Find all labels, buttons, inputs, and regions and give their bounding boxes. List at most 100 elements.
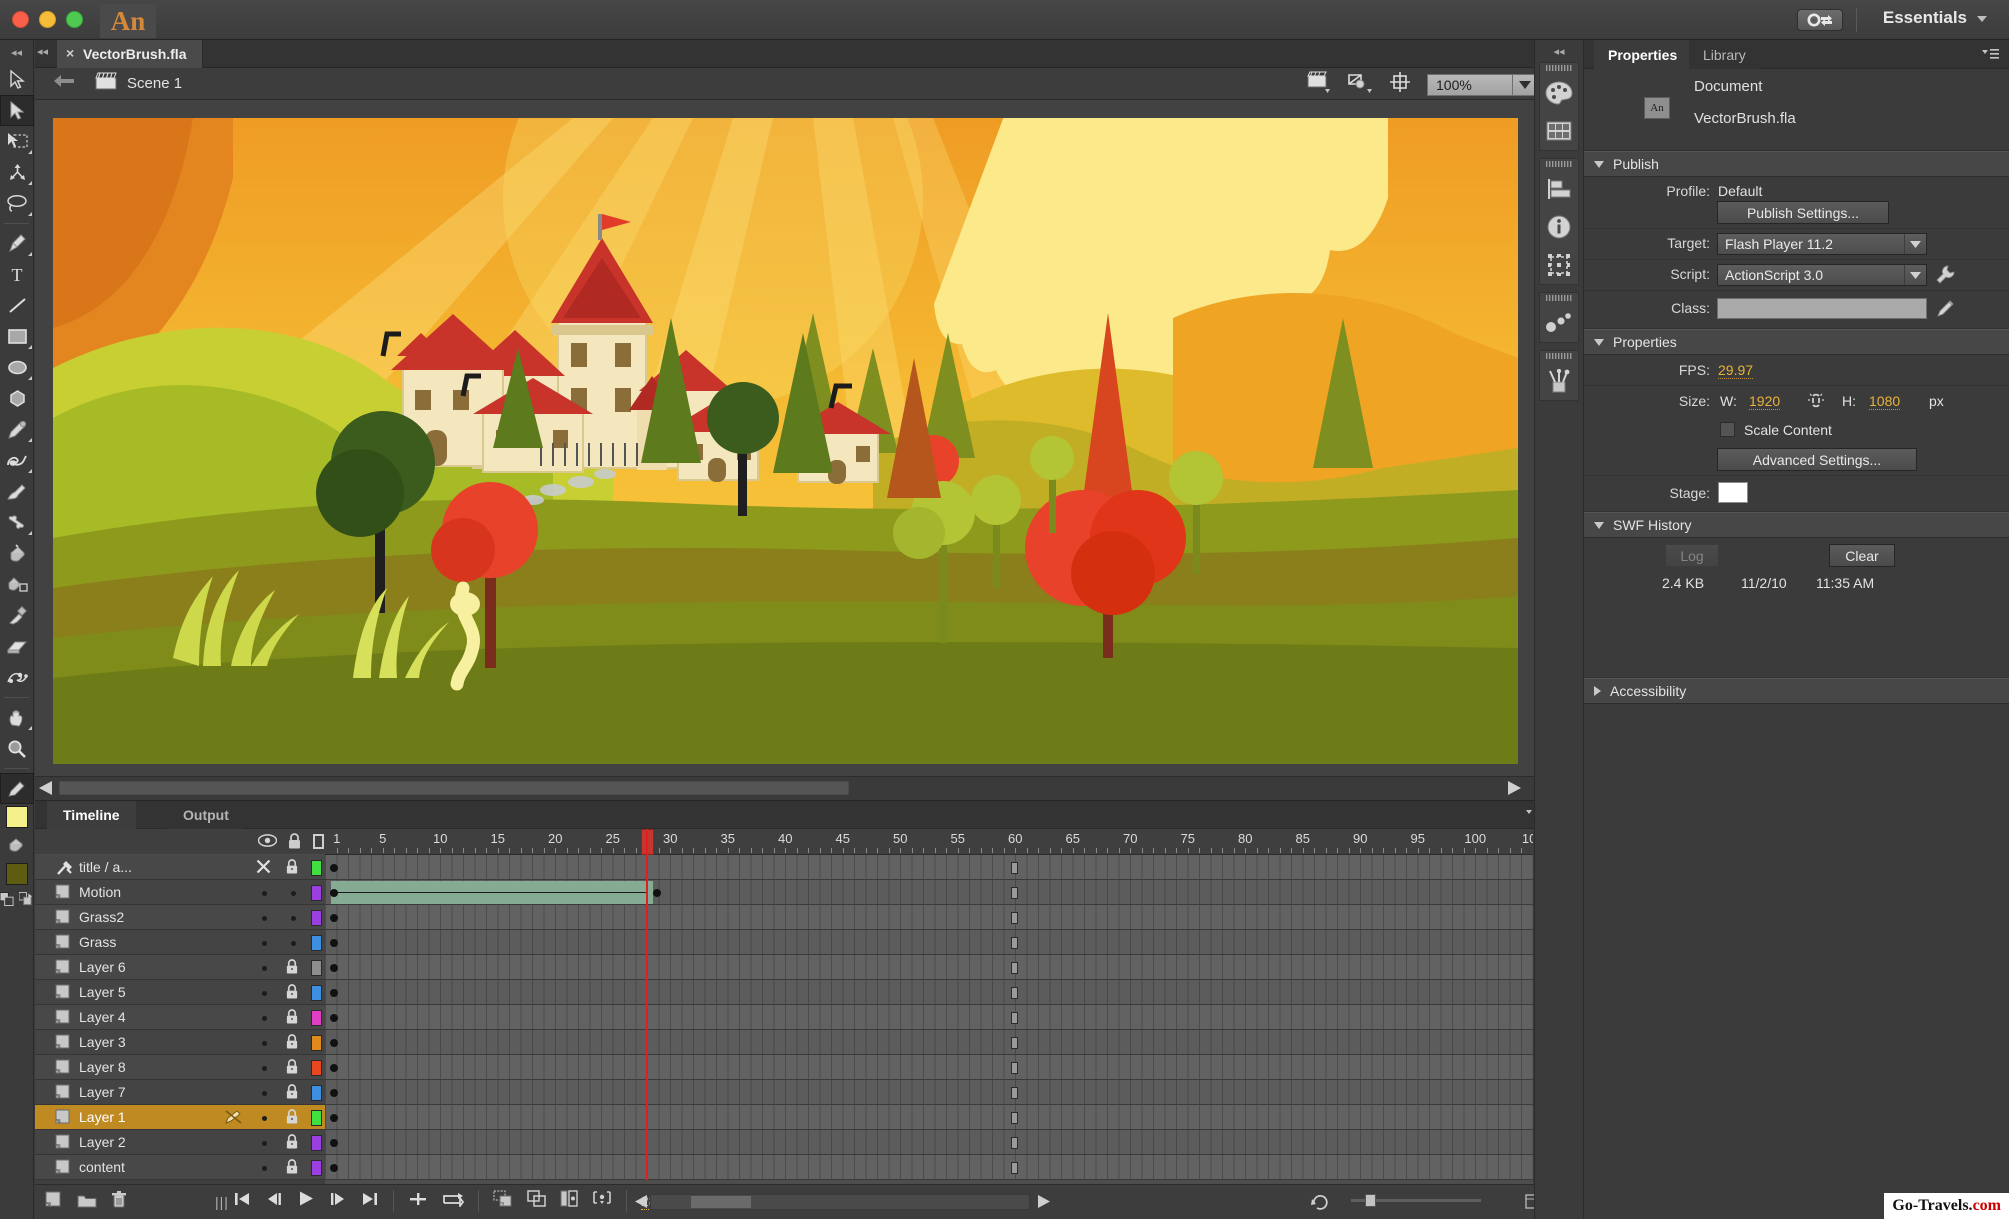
section-swf-history[interactable]: SWF History [1584, 512, 2009, 538]
keyframe-marker[interactable] [330, 964, 338, 972]
chevron-down-icon[interactable] [1594, 339, 1604, 346]
keyframe-marker[interactable] [330, 989, 338, 997]
center-frame-icon[interactable] [408, 1191, 428, 1212]
window-controls[interactable] [12, 11, 83, 28]
layer-row[interactable]: Layer 3 [35, 1030, 325, 1055]
layer-visibility-toggle[interactable] [262, 1016, 267, 1021]
layer-name[interactable]: Motion [79, 884, 121, 900]
frame-end-marker[interactable] [1011, 887, 1018, 899]
frame-row[interactable] [325, 1005, 1533, 1030]
layer-visibility-toggle[interactable] [262, 1091, 267, 1096]
frame-row[interactable] [325, 980, 1533, 1005]
stage-color-swatch[interactable] [1718, 482, 1748, 503]
delete-layer-icon[interactable] [111, 1191, 127, 1214]
scroll-thumb-timeline[interactable] [691, 1196, 751, 1208]
frame-row[interactable] [325, 1105, 1533, 1130]
new-layer-icon[interactable] [45, 1191, 63, 1214]
layer-row[interactable]: Grass [35, 930, 325, 955]
onion-skin-outlines-icon[interactable] [527, 1190, 546, 1212]
zoom-level-control[interactable]: 100% [1427, 74, 1537, 96]
tool-polystar[interactable] [0, 383, 34, 414]
timeline-scroll-right-icon[interactable] [1038, 1195, 1050, 1213]
frame-row[interactable] [325, 1130, 1533, 1155]
tab-library[interactable]: Library [1689, 40, 1760, 69]
keyframe-marker[interactable] [330, 1139, 338, 1147]
layer-row[interactable]: Layer 6 [35, 955, 325, 980]
tool-ink-bottle[interactable] [0, 569, 34, 600]
tab-properties[interactable]: Properties [1594, 40, 1691, 69]
layer-lock-icon[interactable] [285, 959, 299, 980]
layer-lock-icon[interactable] [285, 1059, 299, 1080]
layer-name[interactable]: content [79, 1159, 125, 1175]
layer-visibility-toggle[interactable] [262, 1116, 267, 1121]
section-accessibility[interactable]: Accessibility [1584, 678, 2009, 704]
edit-symbols-icon[interactable] [1347, 71, 1373, 98]
layer-lock-toggle[interactable] [291, 916, 296, 921]
tool-3d-rotation[interactable] [0, 157, 34, 188]
stroke-color-swatch[interactable] [6, 806, 28, 828]
layer-lock-icon[interactable] [285, 1009, 299, 1030]
clear-button[interactable]: Clear [1829, 544, 1895, 567]
collapse-tools-icon[interactable]: ◂◂ [0, 40, 33, 64]
layer-name[interactable]: Layer 8 [79, 1059, 126, 1075]
layer-lock-icon[interactable] [285, 1084, 299, 1105]
timeline-zoom-knob[interactable] [1365, 1194, 1376, 1207]
script-select[interactable]: ActionScript 3.0 [1717, 264, 1927, 286]
tool-free-transform[interactable] [0, 126, 34, 157]
tool-flyout-icon[interactable] [28, 181, 32, 185]
keyframe-marker[interactable] [330, 1089, 338, 1097]
frame-rows[interactable] [325, 855, 1533, 1180]
layer-name[interactable]: Grass [79, 934, 116, 950]
tool-bone[interactable] [0, 507, 34, 538]
tool-hand[interactable] [0, 702, 34, 733]
swap-colors-icon[interactable] [19, 892, 33, 907]
fill-color-swatch[interactable] [6, 863, 28, 885]
layer-name[interactable]: title / a... [79, 859, 132, 875]
layer-visibility-toggle[interactable] [262, 1141, 267, 1146]
workspace-name[interactable]: Essentials [1883, 8, 1967, 28]
chevron-down-icon[interactable] [1904, 234, 1926, 254]
chevron-down-icon[interactable] [1977, 16, 1987, 22]
frame-end-marker[interactable] [1011, 1037, 1018, 1049]
layer-row[interactable]: Layer 4 [35, 1005, 325, 1030]
section-publish[interactable]: Publish [1584, 151, 2009, 177]
layer-name[interactable]: Layer 2 [79, 1134, 126, 1150]
frame-row[interactable] [325, 930, 1533, 955]
layer-visibility-toggle[interactable] [262, 941, 267, 946]
scroll-right-icon[interactable] [1508, 781, 1521, 800]
keyframe-marker[interactable] [330, 939, 338, 947]
play-icon[interactable] [297, 1190, 315, 1212]
frame-row[interactable] [325, 1055, 1533, 1080]
keyframe-marker[interactable] [330, 1164, 338, 1172]
frame-grid[interactable]: 1510152025303540455055606570758085909510… [325, 829, 1533, 1184]
tool-line[interactable] [0, 290, 34, 321]
scene-name-label[interactable]: Scene 1 [127, 75, 182, 92]
stage-canvas[interactable] [53, 118, 1518, 764]
timeline-horizontal-scrollbar[interactable] [650, 1194, 1030, 1210]
frame-end-marker[interactable] [1011, 987, 1018, 999]
tool-flyout-icon[interactable] [28, 252, 32, 256]
layer-outline-color-chip[interactable] [311, 985, 322, 1001]
frame-row[interactable] [325, 1030, 1533, 1055]
layer-outline-color-chip[interactable] [311, 885, 322, 901]
layer-outline-color-chip[interactable] [311, 960, 322, 976]
layer-lock-icon[interactable] [285, 1034, 299, 1055]
align-icon[interactable] [1540, 170, 1578, 208]
pencil-icon[interactable] [1936, 298, 1956, 323]
tool-subselection[interactable] [0, 95, 34, 126]
layer-row[interactable]: Layer 2 [35, 1130, 325, 1155]
layer-hidden-icon[interactable] [256, 859, 271, 879]
tool-zoom[interactable] [0, 733, 34, 764]
layer-lock-toggle[interactable] [291, 941, 296, 946]
timeline-zoom-slider[interactable] [1351, 1199, 1481, 1202]
layer-row[interactable]: Motion [35, 880, 325, 905]
keyframe-marker[interactable] [330, 1114, 338, 1122]
panel-drag-grip[interactable] [1540, 159, 1578, 170]
tool-eraser[interactable] [0, 631, 34, 662]
frame-end-marker[interactable] [1011, 1062, 1018, 1074]
scroll-left-icon[interactable] [39, 781, 52, 800]
layer-row[interactable]: content [35, 1155, 325, 1180]
close-window-button[interactable] [12, 11, 29, 28]
keyframe-marker[interactable] [330, 1039, 338, 1047]
tab-output[interactable]: Output [167, 801, 245, 829]
